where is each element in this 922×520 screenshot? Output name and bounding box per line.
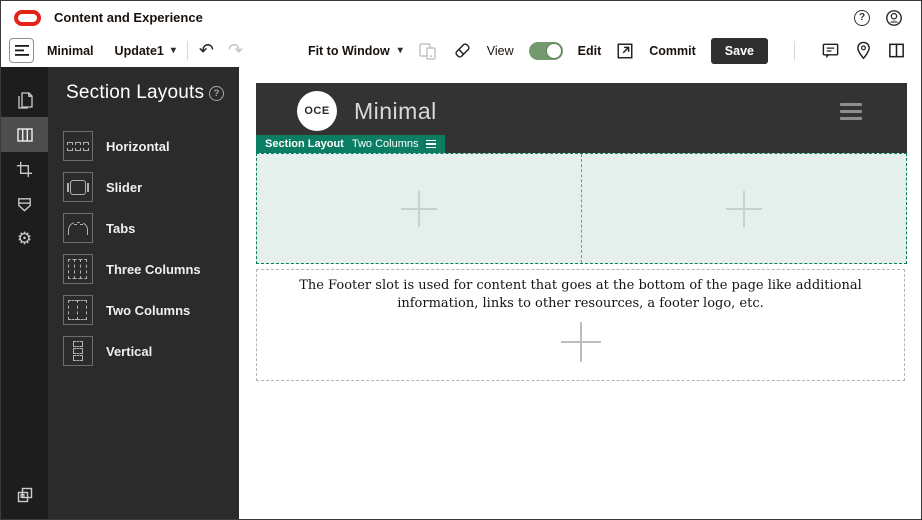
eraser-icon[interactable] <box>453 41 472 60</box>
layout-item-label: Slider <box>106 179 143 195</box>
responsive-preview-icon <box>418 41 438 61</box>
builder-toolbar: Minimal Update1 ▾ ↶ ↷ Fit to Window ▾ Vi… <box>1 34 921 67</box>
three-columns-layout-icon <box>63 254 93 284</box>
toolbar-divider <box>186 41 188 60</box>
theme-icon <box>18 198 31 212</box>
open-preview-icon[interactable] <box>616 42 634 60</box>
layout-item-label: Three Columns <box>106 261 201 277</box>
two-columns-slot <box>256 153 907 264</box>
layout-item-label: Vertical <box>106 343 153 359</box>
rail-item-theme[interactable] <box>1 187 48 222</box>
layout-item-vertical[interactable]: Vertical <box>63 336 231 366</box>
account-icon[interactable] <box>885 9 903 27</box>
add-content-plus-icon[interactable] <box>560 322 601 363</box>
rail-item-background[interactable] <box>1 485 48 505</box>
column-drop-zone-left[interactable] <box>257 154 581 263</box>
zoom-label: Fit to Window <box>307 43 390 58</box>
panel-item-list: Horizontal Slider Tabs Three Columns Two… <box>63 131 231 366</box>
update-label: Update1 <box>114 43 164 58</box>
footer-slot-description: The Footer slot is used for content that… <box>299 278 862 311</box>
hamburger-menu-button[interactable] <box>9 38 34 63</box>
oracle-logo-icon <box>14 9 41 26</box>
layout-item-tabs[interactable]: Tabs <box>63 213 231 243</box>
add-content-plus-icon[interactable] <box>401 190 437 227</box>
side-panel-icon[interactable] <box>887 41 906 60</box>
app-window: Content and Experience ? Minimal Update1 <box>0 0 922 520</box>
comments-icon[interactable] <box>821 41 840 60</box>
chevron-down-icon: ▾ <box>397 44 403 56</box>
toolbar-divider <box>794 41 795 60</box>
vertical-layout-icon <box>63 336 93 366</box>
rail-item-section-layouts[interactable] <box>1 117 48 152</box>
background-icon <box>17 487 32 503</box>
app-title: Content and Experience <box>54 10 203 25</box>
location-pin-icon[interactable] <box>855 41 872 60</box>
left-rail: ⚙ <box>1 67 48 519</box>
column-drop-zone-right[interactable] <box>581 154 906 263</box>
topbar-actions: ? <box>854 9 903 27</box>
layout-item-horizontal[interactable]: Horizontal <box>63 131 231 161</box>
commit-button[interactable]: Commit <box>649 44 696 58</box>
page-canvas: OCE Minimal Section Layout Two Columns T… <box>239 67 921 519</box>
layout-item-three-columns[interactable]: Three Columns <box>63 254 231 284</box>
crop-icon <box>16 161 33 178</box>
help-icon[interactable]: ? <box>854 9 870 26</box>
save-button[interactable]: Save <box>710 37 768 64</box>
tag-type-label: Section Layout <box>265 138 344 150</box>
toolbar-right-group: Fit to Window ▾ View Edit Commit Save <box>308 37 906 64</box>
tag-menu-icon[interactable] <box>426 139 437 149</box>
panel-header: Section Layouts ? <box>48 67 239 104</box>
site-title: Minimal <box>354 97 437 124</box>
tag-name-label: Two Columns <box>351 138 419 150</box>
layout-item-label: Horizontal <box>106 138 170 154</box>
horizontal-layout-icon <box>63 131 93 161</box>
two-columns-layout-icon <box>63 295 93 325</box>
redo-icon: ↷ <box>228 39 244 61</box>
add-content-plus-icon[interactable] <box>726 190 762 227</box>
site-logo: OCE <box>297 91 337 131</box>
pages-icon <box>17 91 33 109</box>
layout-item-two-columns[interactable]: Two Columns <box>63 295 231 325</box>
site-name-label: Minimal <box>47 43 94 58</box>
rail-item-pages[interactable] <box>1 82 48 117</box>
toggle-knob <box>545 42 562 59</box>
section-layout-tag[interactable]: Section Layout Two Columns <box>256 135 446 153</box>
layout-item-label: Two Columns <box>106 302 191 318</box>
panel-title: Section Layouts <box>66 82 205 103</box>
top-bar: Content and Experience ? <box>1 1 921 34</box>
site-nav-menu-icon[interactable] <box>840 102 862 120</box>
section-layouts-panel: Section Layouts ? Horizontal Slider Tabs… <box>48 67 239 519</box>
chevron-down-icon: ▾ <box>170 44 176 56</box>
rail-item-crop[interactable] <box>1 152 48 187</box>
layout-item-label: Tabs <box>106 220 136 236</box>
section-layouts-icon <box>16 127 33 142</box>
settings-icon: ⚙ <box>16 229 33 249</box>
update-dropdown[interactable]: Update1 ▾ <box>115 44 176 58</box>
zoom-dropdown[interactable]: Fit to Window ▾ <box>308 44 403 58</box>
panel-help-icon[interactable]: ? <box>209 85 224 101</box>
edit-label: Edit <box>577 43 602 58</box>
view-label: View <box>486 43 514 58</box>
footer-slot[interactable]: The Footer slot is used for content that… <box>256 269 905 381</box>
rail-item-settings[interactable]: ⚙ <box>1 222 48 257</box>
view-edit-toggle[interactable] <box>528 41 563 60</box>
layout-item-slider[interactable]: Slider <box>63 172 231 202</box>
tabs-layout-icon <box>63 213 93 243</box>
undo-icon[interactable]: ↶ <box>199 41 214 60</box>
slider-layout-icon <box>63 172 93 202</box>
